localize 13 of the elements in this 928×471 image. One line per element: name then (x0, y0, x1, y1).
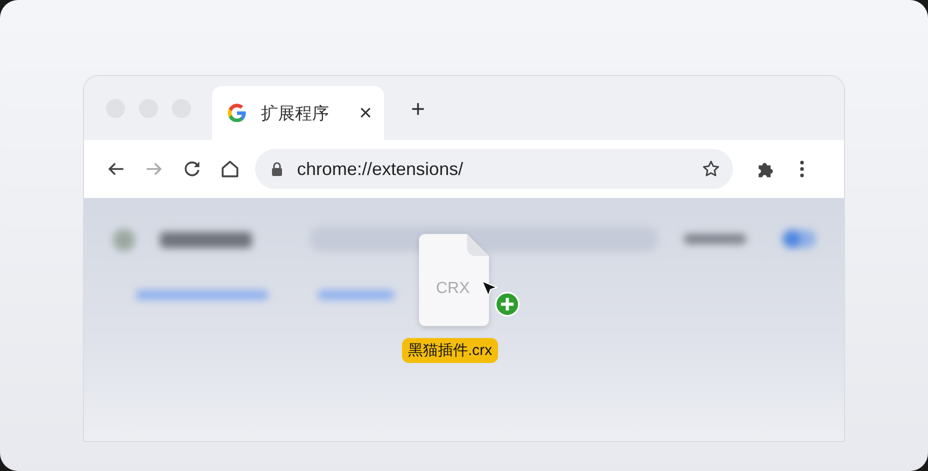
url-text: chrome://extensions/ (297, 158, 464, 180)
file-icon (419, 234, 489, 326)
file-name-label: 黑猫插件.crx (402, 338, 498, 363)
address-bar[interactable]: chrome://extensions/ (255, 149, 733, 189)
home-icon[interactable] (219, 158, 241, 180)
tab-title: 扩展程序 (261, 102, 330, 124)
bookmark-star-icon[interactable] (701, 159, 721, 179)
google-logo-icon (226, 102, 248, 124)
browser-tab[interactable]: 扩展程序 × (212, 86, 384, 140)
new-tab-button[interactable]: + (411, 98, 426, 122)
lock-icon (269, 161, 285, 177)
close-tab-button[interactable]: × (359, 102, 372, 124)
file-type-label: CRX (436, 280, 470, 298)
